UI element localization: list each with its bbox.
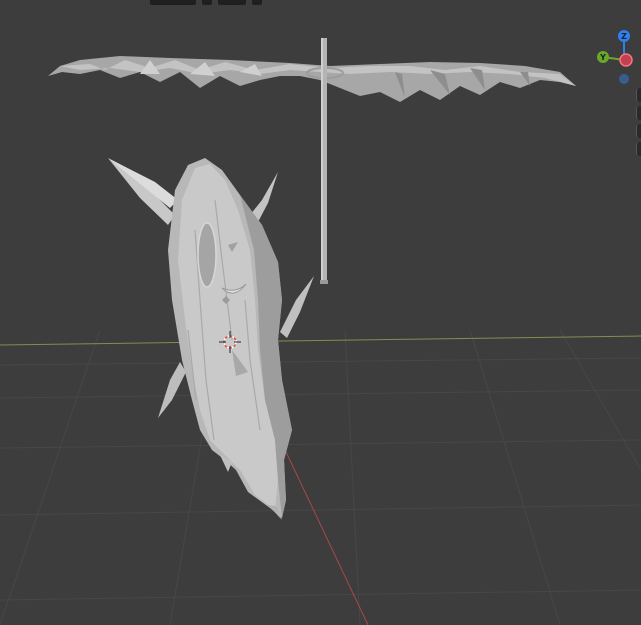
gizmo-z-label: Z [621, 32, 627, 41]
scene-canvas[interactable] [0, 0, 641, 625]
header-tool-1[interactable] [150, 0, 196, 5]
header-tool-2[interactable] [202, 0, 212, 5]
perspective-tool[interactable] [636, 142, 641, 156]
gizmo-y-label: Y [599, 53, 606, 62]
camera-tool[interactable] [636, 124, 641, 138]
header-tool-3[interactable] [218, 0, 246, 5]
viewport-side-tools [636, 88, 641, 156]
floor-grid [0, 329, 641, 625]
header-tool-4[interactable] [252, 0, 262, 5]
gizmo-neg-z-axis[interactable] [619, 74, 629, 84]
pan-tool[interactable] [636, 106, 641, 120]
navigation-gizmo-icon[interactable]: Z Y [592, 26, 641, 96]
3d-viewport[interactable]: Z Y [0, 0, 641, 625]
zoom-tool[interactable] [636, 88, 641, 102]
gizmo-x-axis[interactable] [619, 53, 633, 67]
wing-mesh[interactable] [48, 56, 576, 102]
pole-mesh[interactable] [320, 38, 328, 284]
trunk-mesh[interactable] [108, 158, 314, 520]
header-toolbar [150, 0, 262, 6]
